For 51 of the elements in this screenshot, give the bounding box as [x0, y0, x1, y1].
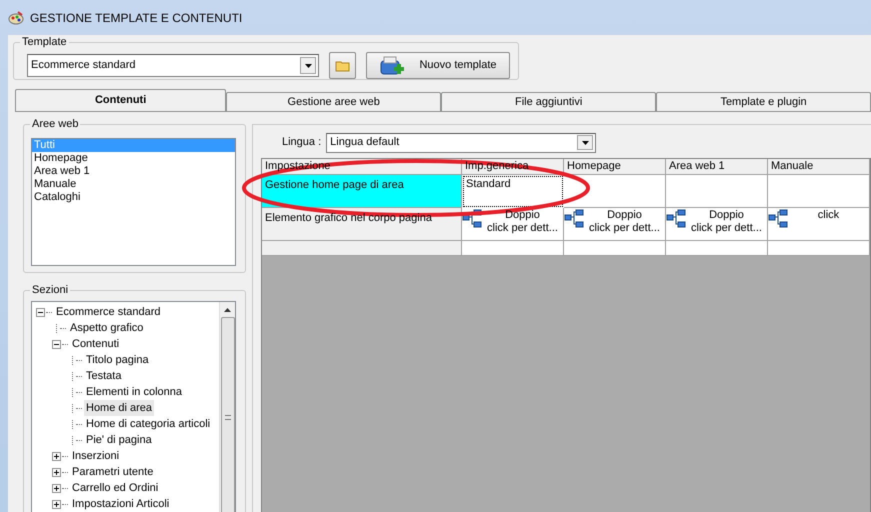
tree-item[interactable]: Carrello ed Ordini: [70, 480, 160, 496]
list-item[interactable]: Homepage: [32, 152, 235, 165]
list-item[interactable]: Cataloghi: [32, 191, 235, 204]
tree-item[interactable]: Home di categoria articoli: [84, 416, 212, 432]
group-label: Template: [20, 35, 69, 49]
detail-hint[interactable]: Doppio click per dett...: [482, 209, 563, 240]
tree-item[interactable]: Pie' di pagina: [84, 432, 154, 448]
detail-hint[interactable]: Doppio click per dett...: [686, 209, 767, 240]
tab[interactable]: File aggiuntivi: [441, 92, 656, 111]
scrollbar-thumb[interactable]: [220, 317, 234, 512]
window-title: GESTIONE TEMPLATE E CONTENUTI: [30, 10, 242, 26]
expand-icon[interactable]: [52, 452, 61, 460]
detail-hint[interactable]: click: [788, 209, 869, 240]
expand-icon[interactable]: [52, 468, 61, 476]
open-folder-button[interactable]: [329, 52, 356, 79]
language-label: Lingua :: [282, 135, 322, 150]
list-item[interactable]: Area web 1: [32, 165, 235, 178]
tree-item[interactable]: Parametri utente: [70, 464, 156, 480]
hierarchy-icon: [462, 209, 482, 229]
tab[interactable]: Gestione aree web: [226, 92, 442, 111]
tree-item[interactable]: Inserzioni: [70, 448, 122, 464]
collapse-icon[interactable]: [36, 308, 45, 316]
list-item[interactable]: Manuale: [32, 178, 235, 191]
folder-icon: [334, 58, 350, 72]
tree-item[interactable]: Testata: [84, 368, 124, 384]
tree-item[interactable]: Contenuti: [70, 336, 122, 352]
palette-icon: [8, 10, 24, 24]
grid-cell[interactable]: Standard: [462, 175, 564, 208]
language-dropdown[interactable]: Lingua default: [326, 132, 596, 152]
tab[interactable]: Template e plugin: [656, 92, 871, 111]
template-dropdown[interactable]: Ecommerce standard: [27, 54, 319, 77]
hierarchy-icon: [564, 209, 584, 229]
hierarchy-icon: [666, 209, 686, 229]
add-package-icon: [379, 56, 406, 76]
tree-item[interactable]: Titolo pagina: [84, 352, 151, 368]
new-template-button[interactable]: Nuovo template: [366, 52, 510, 79]
expand-icon[interactable]: [52, 500, 61, 508]
grip-icon: [224, 414, 230, 420]
tree-item[interactable]: Elementi in colonna: [84, 384, 184, 400]
expand-icon[interactable]: [52, 484, 61, 492]
collapse-icon[interactable]: [52, 340, 61, 348]
tree-item[interactable]: Home di area: [84, 400, 154, 416]
tab[interactable]: Contenuti: [15, 89, 226, 111]
detail-hint[interactable]: Doppio click per dett...: [584, 209, 665, 240]
hierarchy-icon: [768, 209, 788, 229]
scroll-up-icon[interactable]: [224, 308, 231, 312]
tree-item[interactable]: Impostazioni Articoli: [70, 496, 172, 512]
tree-item[interactable]: Aspetto grafico: [68, 320, 146, 336]
row-label: Gestione home page di area: [265, 179, 404, 191]
tree-item[interactable]: Ecommerce standard: [54, 304, 163, 320]
scrollbar[interactable]: [219, 302, 235, 512]
